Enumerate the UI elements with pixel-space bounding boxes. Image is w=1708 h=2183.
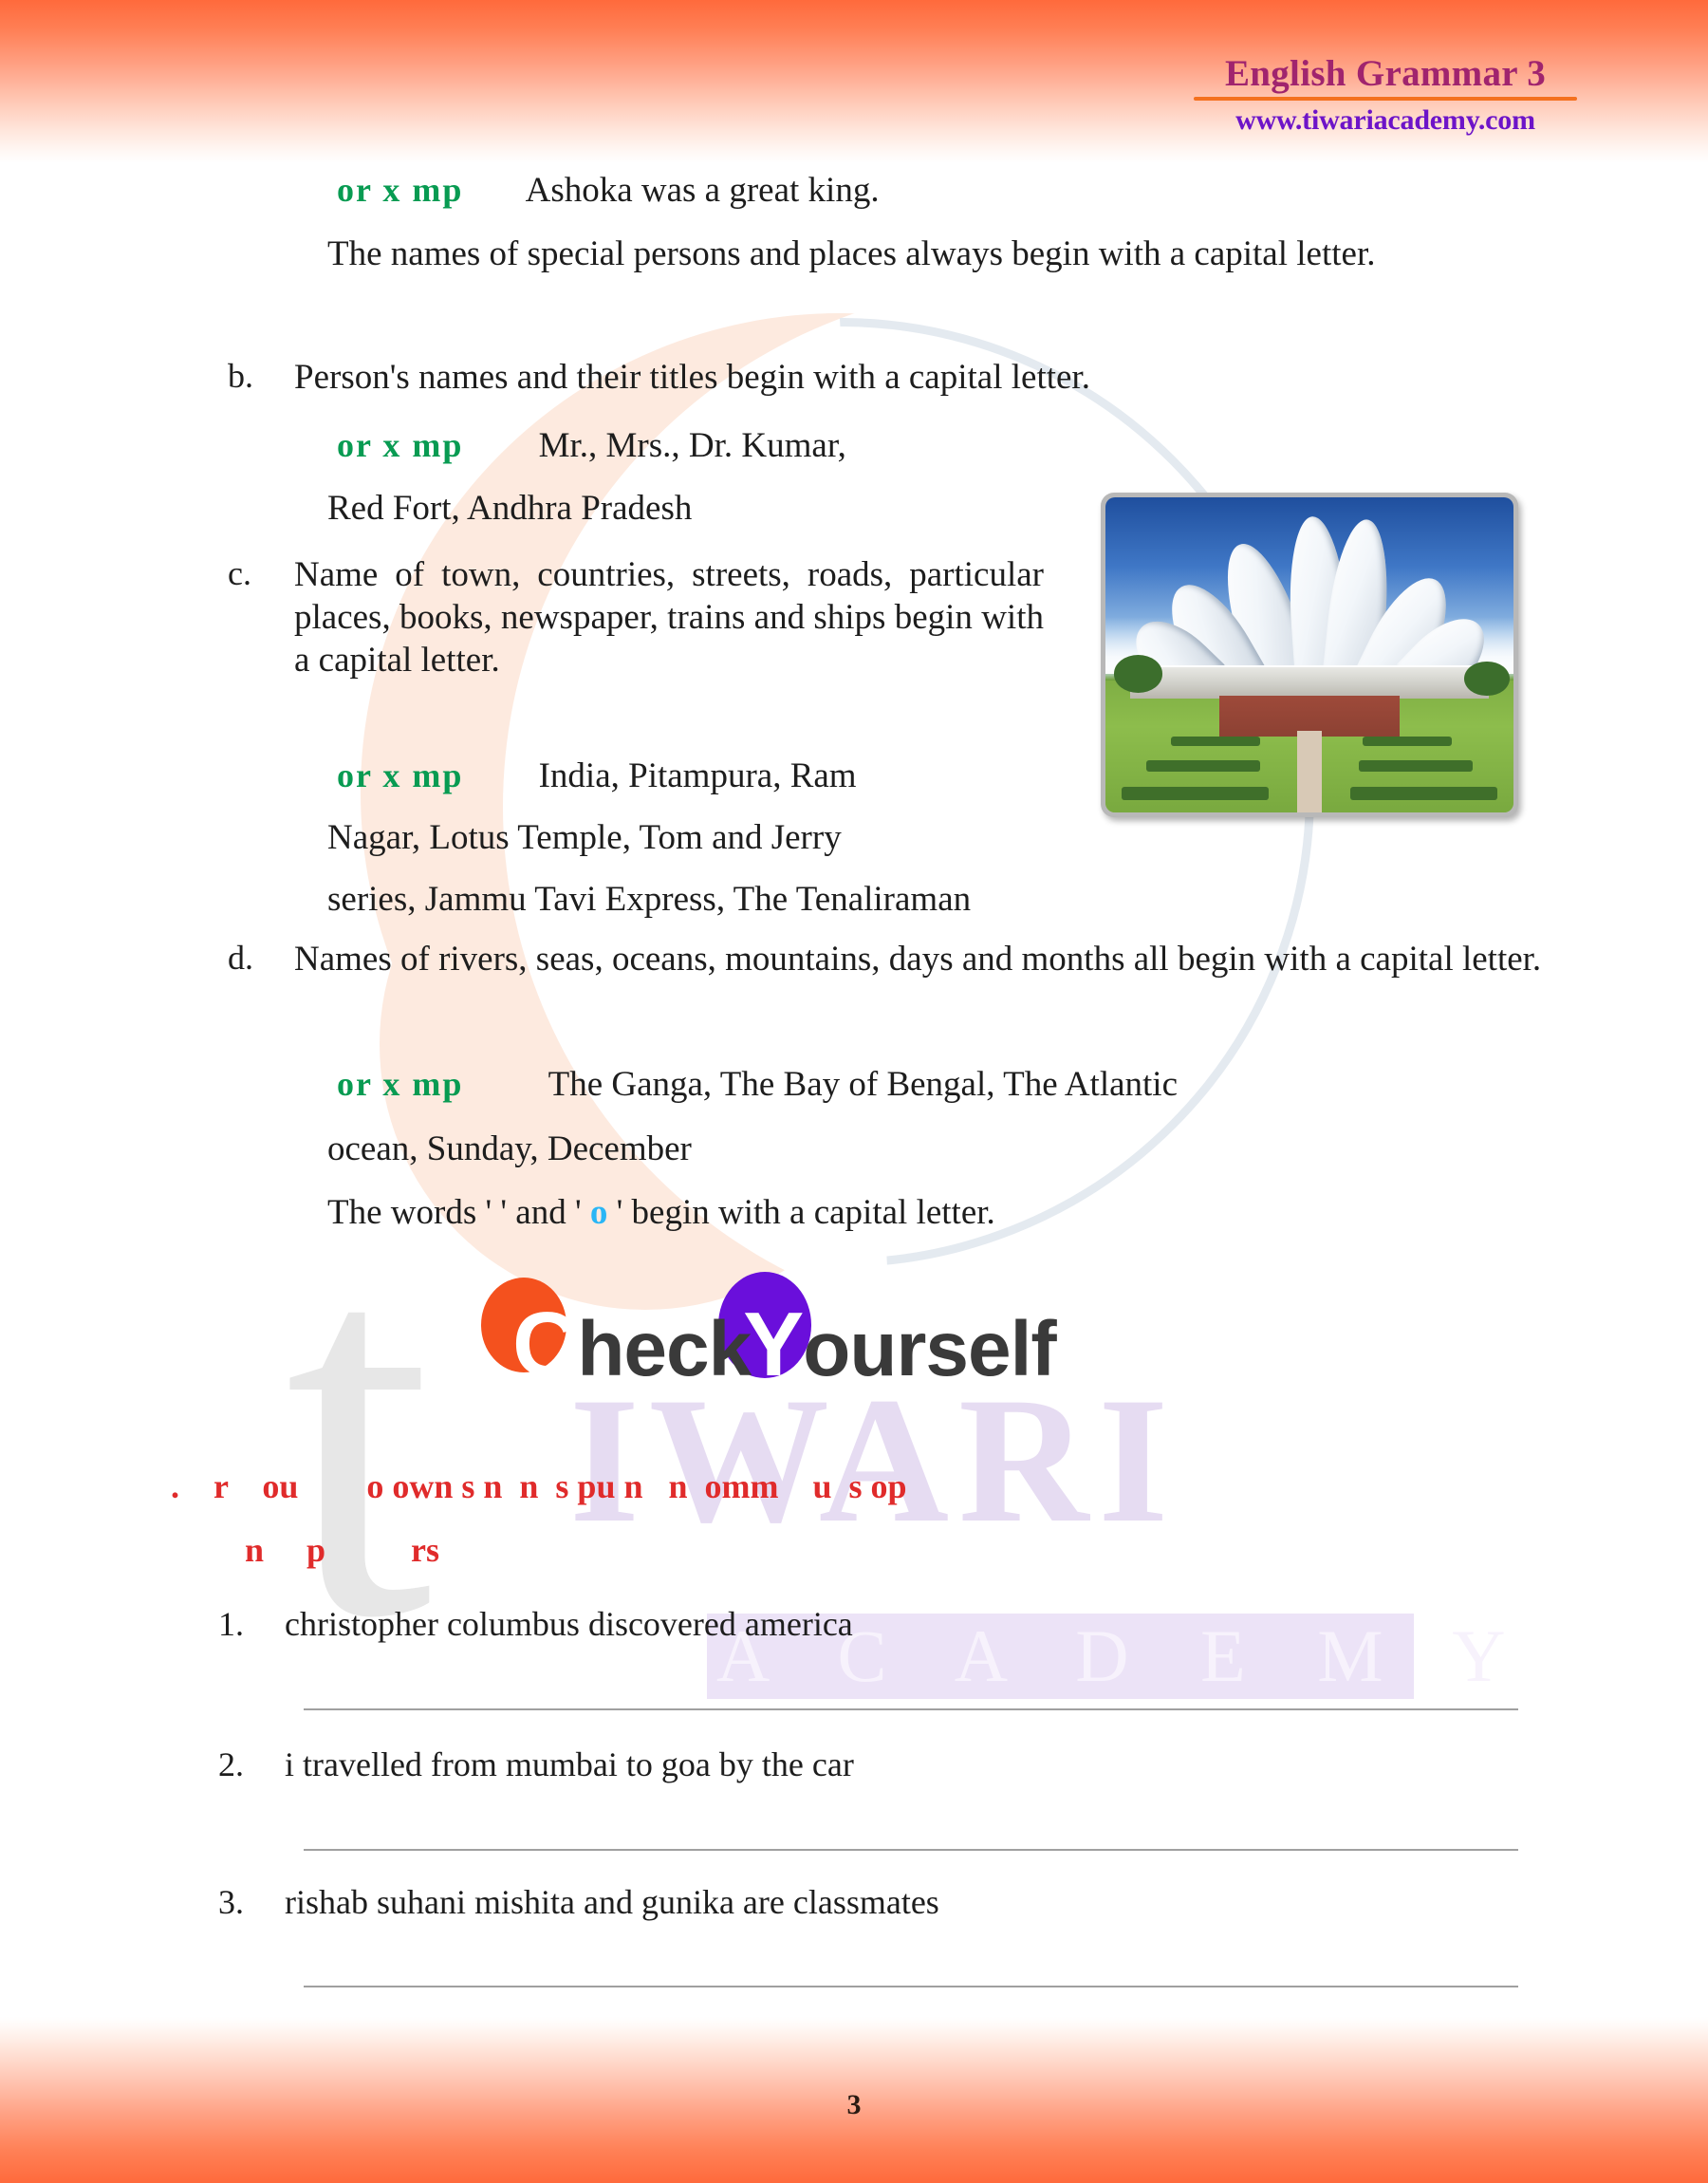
check-c-badge: Check [481,1278,752,1397]
rule-d-text: Names of rivers, seas, oceans, mountains… [294,940,1542,979]
closing-after: ' begin with a capital letter. [607,1193,995,1232]
example-text-2: Red Fort, Andhra Pradesh [327,489,693,528]
tree [1113,655,1163,693]
rule-a-note-text: The names of special persons and places … [327,234,1376,273]
t-letter-watermark: t [285,1139,433,1727]
temple-plinth [1129,665,1490,700]
lotus-temple-illustration [1105,497,1513,812]
example-label: or x mp [337,756,464,794]
example-label: or x mp [337,171,464,209]
rule-c-example-line2: Nagar, Lotus Temple, Tom and Jerry [327,816,842,859]
instruction-line-2: n p rs [245,1531,440,1569]
question-number: 3. [218,1883,244,1921]
example-text-2: Nagar, Lotus Temple, Tom and Jerry [327,818,842,857]
closing-line: The words ' ' and ' o ' begin with a cap… [327,1191,995,1234]
rule-d-example-line2: ocean, Sunday, December [327,1128,692,1170]
example-text-3: series, Jammu Tavi Express, The Tenalira… [327,880,972,919]
check-rest-2: ourself [803,1306,1056,1392]
check-rest-1: heck [577,1306,752,1392]
rule-c-text: Name of town, countries, streets, roads,… [294,555,1044,681]
example-label: or x mp [337,426,464,464]
question-item-2: 2. i travelled from mumbai to goa by the… [218,1745,854,1784]
rule-c: c. Name of town, countries, streets, roa… [228,553,1044,681]
document-page: t IWARI A C A D E M Y English Grammar 3 … [0,0,1708,2183]
example-text: India, Pitampura, Ram [538,756,857,795]
check-letter-y: Y [743,1294,804,1395]
rule-d-example: or x mp The Ganga, The Bay of Bengal, Th… [337,1063,1178,1106]
rule-d: d. Names of rivers, seas, oceans, mounta… [228,938,1585,980]
check-yourself-heading: Check Yourself [481,1272,1057,1397]
rule-c-example: or x mp India, Pitampura, Ram [337,755,857,797]
example-text: Ashoka was a great king. [525,171,880,210]
rule-c-example-line3: series, Jammu Tavi Express, The Tenalira… [327,878,971,921]
rule-a-note: The names of special persons and places … [327,233,1532,275]
closing-highlight-letter: o [589,1193,608,1232]
answer-line-3[interactable] [304,1986,1518,1987]
question-text: christopher columbus discovered america [285,1605,853,1643]
example-label: or x mp [337,1065,464,1103]
hedge [1358,760,1473,772]
question-text: rishab suhani mishita and gunika are cla… [285,1883,939,1921]
header-divider [1194,96,1577,101]
answer-line-2[interactable] [304,1849,1518,1851]
rule-b: b. Person's names and their titles begin… [228,356,1594,399]
answer-line-1[interactable] [304,1708,1518,1710]
rule-a-example: or x mp Ashoka was a great king. [337,169,1523,212]
check-letter-c: C [512,1294,578,1395]
rule-d-marker: d. [228,939,253,977]
question-text: i travelled from mumbai to goa by the ca… [285,1745,854,1783]
page-header: English Grammar 3 www.tiwariacademy.com [1186,53,1585,137]
website-url[interactable]: www.tiwariacademy.com [1186,104,1585,137]
yourself-y-badge: Yourself [718,1272,1057,1397]
rule-c-marker: c. [228,554,251,592]
question-number: 2. [218,1745,244,1783]
rule-b-text: Person's names and their titles begin wi… [294,358,1090,397]
closing-before: The words ' ' and ' [327,1193,590,1232]
lotus-temple-image [1101,493,1518,817]
example-text-2: ocean, Sunday, December [327,1129,692,1168]
rule-b-marker: b. [228,357,253,395]
instruction-line-1: . r ou o own s n n s pu n n omm u s op [171,1467,907,1505]
rule-b-example: or x mp Mr., Mrs., Dr. Kumar, [337,424,846,467]
question-item-3: 3. rishab suhani mishita and gunika are … [218,1882,939,1922]
tree [1464,661,1510,697]
book-title: English Grammar 3 [1224,53,1547,94]
hedge [1146,760,1261,772]
hedge [1350,787,1497,800]
question-number: 1. [218,1605,244,1643]
page-number: 3 [846,2089,862,2120]
hedge [1362,737,1453,747]
hedge [1122,787,1269,800]
hedge [1170,737,1261,747]
question-item-1: 1. christopher columbus discovered ameri… [218,1604,853,1644]
example-text: The Ganga, The Bay of Bengal, The Atlant… [548,1065,1179,1104]
walking-path [1297,730,1322,812]
example-text: Mr., Mrs., Dr. Kumar, [538,426,846,465]
rule-b-example-line2: Red Fort, Andhra Pradesh [327,487,692,530]
